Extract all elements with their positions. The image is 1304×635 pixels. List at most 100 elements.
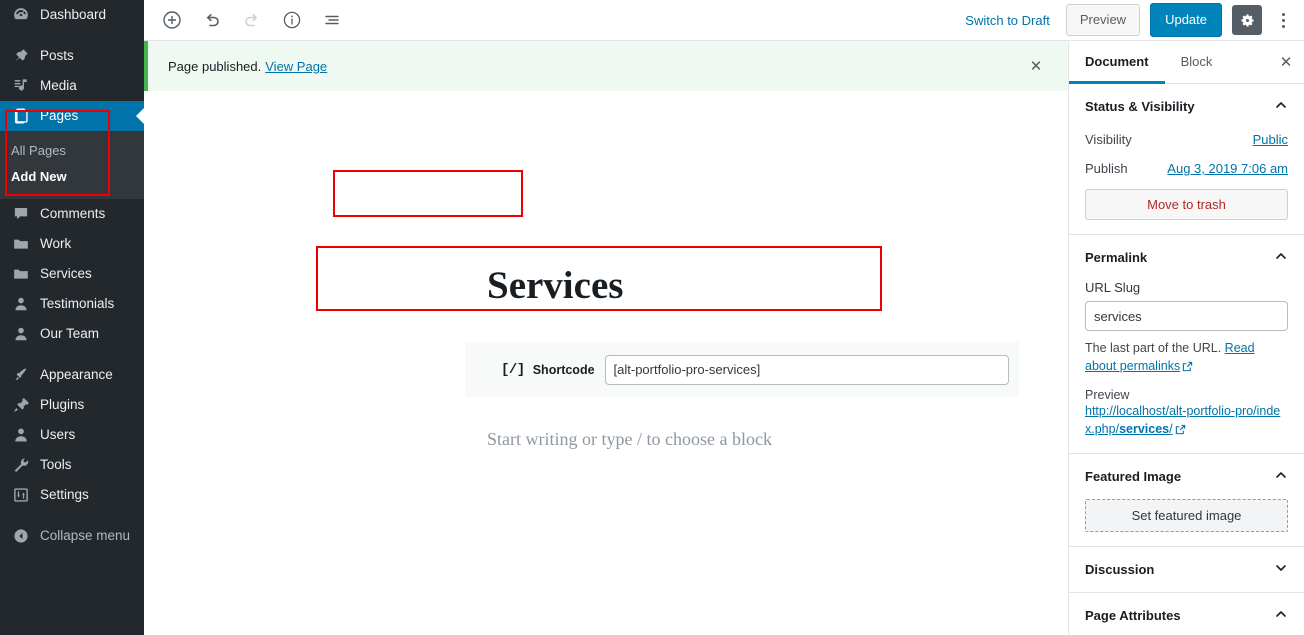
external-link-icon xyxy=(1175,423,1186,438)
submenu-item-all-pages[interactable]: All Pages xyxy=(0,138,144,164)
sidebar-item-services[interactable]: Services xyxy=(0,259,144,289)
url-slug-input[interactable] xyxy=(1085,301,1288,331)
publish-date-value[interactable]: Aug 3, 2019 7:06 am xyxy=(1167,161,1288,176)
sidebar-item-appearance[interactable]: Appearance xyxy=(0,360,144,390)
menu-separator xyxy=(0,30,144,41)
sidebar-item-label: Posts xyxy=(40,48,74,64)
settings-icon xyxy=(11,485,31,505)
sidebar-item-label: Pages xyxy=(40,108,79,124)
close-icon[interactable]: ✕ xyxy=(1268,41,1304,83)
sidebar-item-media[interactable]: Media xyxy=(0,71,144,101)
tools-icon xyxy=(11,455,31,475)
tab-block[interactable]: Block xyxy=(1165,41,1229,84)
chevron-up-icon[interactable] xyxy=(1274,607,1288,624)
sidebar-item-settings[interactable]: Settings xyxy=(0,480,144,510)
dashboard-icon xyxy=(11,5,31,25)
visibility-label: Visibility xyxy=(1085,132,1132,147)
visibility-value[interactable]: Public xyxy=(1253,132,1288,147)
page-attributes-header[interactable]: Page Attributes xyxy=(1069,593,1304,635)
add-block-icon[interactable] xyxy=(156,4,188,36)
permalink-help-prefix: The last part of the URL. xyxy=(1085,341,1222,355)
user-icon xyxy=(11,324,31,344)
preview-url-wrap: http://localhost/alt-portfolio-pro/index… xyxy=(1085,402,1288,438)
gear-icon[interactable] xyxy=(1232,5,1262,35)
appearance-icon xyxy=(11,365,31,385)
set-featured-image-button[interactable]: Set featured image xyxy=(1085,498,1288,532)
move-to-trash-button[interactable]: Move to trash xyxy=(1085,189,1288,220)
chevron-down-icon[interactable] xyxy=(1274,561,1288,578)
more-options-icon[interactable] xyxy=(1272,5,1294,35)
sidebar-item-pages[interactable]: Pages xyxy=(0,101,144,131)
sidebar-item-collapse-menu[interactable]: Collapse menu xyxy=(0,521,144,551)
sidebar-item-label: Testimonials xyxy=(40,295,115,311)
pages-submenu: All Pages Add New xyxy=(0,131,144,199)
sidebar-item-testimonials[interactable]: Testimonials xyxy=(0,289,144,319)
row-publish: Publish Aug 3, 2019 7:06 am xyxy=(1085,158,1288,187)
wordpress-admin-screen: Dashboard Posts Media Pages All Pages Add New… xyxy=(0,0,1304,635)
sidebar-item-users[interactable]: Users xyxy=(0,420,144,450)
status-visibility-title: Status & Visibility xyxy=(1085,99,1195,114)
discussion-header[interactable]: Discussion xyxy=(1069,547,1304,592)
list-view-icon[interactable] xyxy=(316,4,348,36)
preview-url-slug: services xyxy=(1119,422,1170,437)
section-status-visibility: Status & Visibility Visibility Public Pu… xyxy=(1069,84,1304,235)
section-discussion: Discussion xyxy=(1069,547,1304,593)
collapse-menu-label: Collapse menu xyxy=(40,527,131,543)
redo-icon xyxy=(236,4,268,36)
chevron-up-icon[interactable] xyxy=(1274,468,1288,485)
shortcode-icon: [/] xyxy=(501,361,525,378)
status-visibility-header[interactable]: Status & Visibility xyxy=(1069,84,1304,129)
menu-separator xyxy=(0,349,144,360)
users-icon xyxy=(11,425,31,445)
sidebar-item-work[interactable]: Work xyxy=(0,229,144,259)
main-region: Switch to Draft Preview Update Page publ… xyxy=(144,0,1304,635)
folder-icon xyxy=(11,264,31,284)
section-page-attributes: Page Attributes xyxy=(1069,593,1304,635)
view-page-link[interactable]: View Page xyxy=(265,59,327,74)
url-slug-label: URL Slug xyxy=(1085,280,1141,295)
preview-label: Preview xyxy=(1085,388,1130,403)
sidebar-item-plugins[interactable]: Plugins xyxy=(0,390,144,420)
shortcode-label: Shortcode xyxy=(532,362,595,377)
submenu-item-add-new[interactable]: Add New xyxy=(0,164,144,190)
section-featured-image: Featured Image Set featured image xyxy=(1069,454,1304,547)
comments-icon xyxy=(11,204,31,224)
close-icon[interactable]: ✕ xyxy=(1026,56,1046,76)
toolbar-left-group xyxy=(144,4,348,36)
shortcode-block[interactable]: [/] Shortcode xyxy=(465,342,1019,397)
shortcode-input[interactable] xyxy=(604,354,1009,385)
plugins-icon xyxy=(11,395,31,415)
info-icon[interactable] xyxy=(276,4,308,36)
sidebar-item-tools[interactable]: Tools xyxy=(0,450,144,480)
permalink-title: Permalink xyxy=(1085,250,1148,265)
undo-icon[interactable] xyxy=(196,4,228,36)
switch-to-draft-button[interactable]: Switch to Draft xyxy=(959,13,1056,28)
permalink-help-text: The last part of the URL. Read about per… xyxy=(1085,339,1288,377)
sidebar-item-label: Comments xyxy=(40,205,106,221)
pin-icon xyxy=(11,46,31,66)
collapse-arrow-icon xyxy=(11,526,31,546)
featured-image-header[interactable]: Featured Image xyxy=(1069,454,1304,499)
section-permalink: Permalink URL Slug The last part of the … xyxy=(1069,235,1304,454)
chevron-up-icon[interactable] xyxy=(1274,98,1288,115)
page-title[interactable]: Services xyxy=(487,264,623,308)
media-icon xyxy=(11,76,31,96)
sidebar-item-posts[interactable]: Posts xyxy=(0,41,144,71)
sidebar-item-our-team[interactable]: Our Team xyxy=(0,319,144,349)
sidebar-item-comments[interactable]: Comments xyxy=(0,199,144,229)
chevron-up-icon[interactable] xyxy=(1274,249,1288,266)
admin-sidebar: Dashboard Posts Media Pages All Pages Add New… xyxy=(0,0,144,635)
block-placeholder-text[interactable]: Start writing or type / to choose a bloc… xyxy=(487,429,772,450)
preview-url-suffix: / xyxy=(1169,422,1173,437)
preview-button[interactable]: Preview xyxy=(1065,4,1141,36)
row-visibility: Visibility Public xyxy=(1085,129,1288,158)
featured-image-body: Set featured image xyxy=(1069,498,1304,546)
update-button[interactable]: Update xyxy=(1150,3,1222,37)
sidebar-item-label: Users xyxy=(40,426,76,442)
user-icon xyxy=(11,294,31,314)
pages-icon xyxy=(11,106,31,126)
tab-document[interactable]: Document xyxy=(1069,41,1165,84)
permalink-header[interactable]: Permalink xyxy=(1069,235,1304,280)
publish-notice: Page published. View Page ✕ xyxy=(144,41,1068,91)
sidebar-item-dashboard[interactable]: Dashboard xyxy=(0,0,144,30)
